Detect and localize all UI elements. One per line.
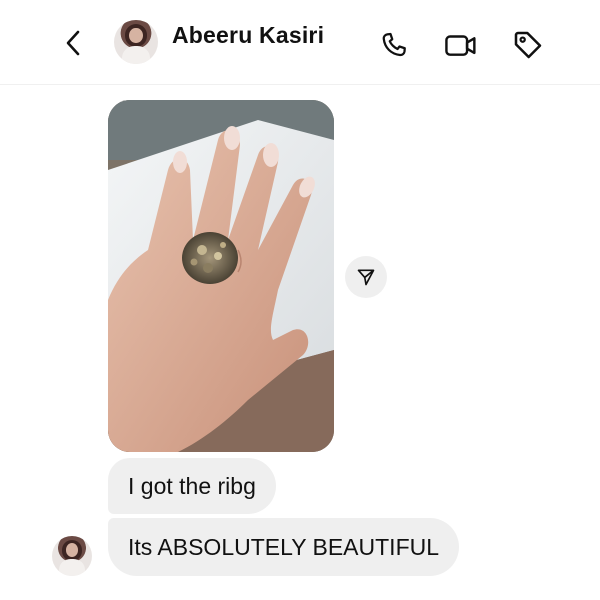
message-bubble[interactable]: I got the ribg: [108, 458, 276, 514]
contact-name[interactable]: Abeeru Kasiri: [172, 22, 324, 49]
message-text: I got the ribg: [128, 473, 256, 499]
share-button[interactable]: [345, 256, 387, 298]
message-bubble[interactable]: Its ABSOLUTELY BEAUTIFUL: [108, 518, 460, 576]
chevron-left-icon: [66, 30, 80, 56]
contact-avatar[interactable]: [114, 20, 158, 64]
phone-icon: [382, 32, 406, 57]
back-button[interactable]: [58, 26, 88, 60]
send-icon: [357, 269, 375, 286]
ring-photo-message[interactable]: [108, 100, 334, 452]
video-call-button[interactable]: [444, 28, 478, 62]
tag-icon: [514, 31, 542, 59]
message-text: Its ABSOLUTELY BEAUTIFUL: [128, 534, 440, 560]
chat-header: Abeeru Kasiri: [0, 0, 600, 85]
call-button[interactable]: [377, 28, 411, 62]
sender-avatar[interactable]: [52, 536, 92, 576]
ring-photo-image: [108, 100, 334, 452]
video-camera-icon: [445, 35, 476, 56]
tag-button[interactable]: [511, 28, 545, 62]
